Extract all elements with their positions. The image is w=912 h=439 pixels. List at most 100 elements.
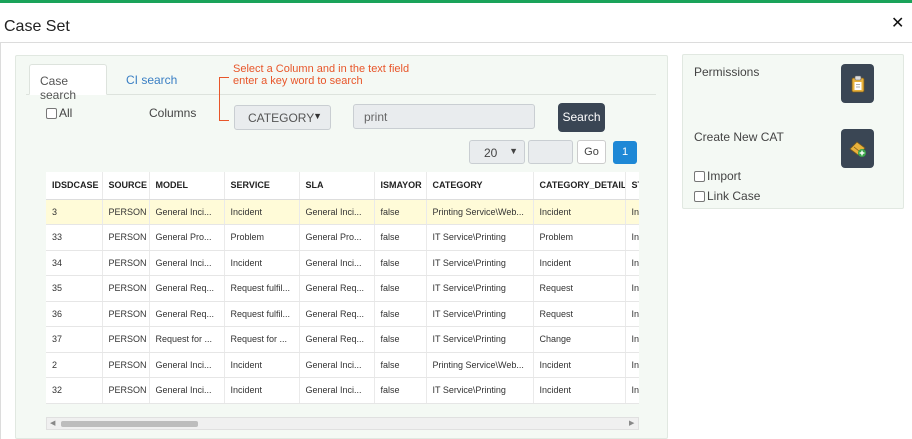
table-cell: false xyxy=(374,224,427,251)
column-header[interactable]: IDSDCASE xyxy=(46,172,103,200)
page-button-current[interactable]: 1 xyxy=(613,141,637,164)
table-cell: PERSON xyxy=(102,250,150,276)
column-header[interactable]: SLA xyxy=(299,172,375,200)
select-all-label: All xyxy=(59,106,73,120)
annotation-bracket xyxy=(219,77,229,121)
keyword-input[interactable]: print xyxy=(353,104,535,129)
create-cat-button[interactable] xyxy=(841,129,874,168)
select-all-checkbox[interactable]: All xyxy=(46,106,72,120)
scroll-right-icon[interactable]: ▶ xyxy=(629,418,634,430)
table-row[interactable]: 37 PERSON Request for ... Request for ... Ge… xyxy=(46,326,639,353)
link-case-checkbox[interactable]: Link Case xyxy=(694,189,760,203)
table-cell: PERSON xyxy=(102,352,150,378)
top-accent-bar xyxy=(0,0,912,3)
scroll-left-icon[interactable]: ◀ xyxy=(50,418,55,430)
table-cell: General Inci... xyxy=(149,352,225,378)
scrollbar-thumb[interactable] xyxy=(61,421,198,427)
table-body: 3 PERSON General Inci... Incident General In… xyxy=(46,199,639,404)
table-cell: IT Service\Printing xyxy=(426,224,534,251)
checkbox-box[interactable] xyxy=(46,107,57,119)
column-header[interactable]: ST xyxy=(625,172,639,200)
link-case-label: Link Case xyxy=(707,189,761,203)
page-number-input[interactable] xyxy=(528,140,573,164)
table-cell: Incident xyxy=(224,199,300,225)
table-cell: In xyxy=(625,352,639,378)
columns-label: Columns xyxy=(149,106,197,120)
ticket-add-icon xyxy=(848,140,866,157)
create-cat-label: Create New CAT xyxy=(694,130,784,144)
table-cell: 32 xyxy=(46,377,103,404)
column-select[interactable]: CATEGORY ▼ xyxy=(234,105,331,130)
table-cell: In xyxy=(625,224,639,251)
close-icon[interactable]: ✕ xyxy=(891,13,904,33)
table-cell: 36 xyxy=(46,301,103,327)
help-annotation: Select a Column and in the text field en… xyxy=(233,63,409,87)
table-cell: General Req... xyxy=(299,326,375,353)
table-cell: General Inci... xyxy=(149,250,225,276)
results-table: IDSDCASE SOURCE MODEL SERVICE SLA ISMAYOR CATE… xyxy=(46,172,639,404)
column-header[interactable]: CATEGORY_DETAIL xyxy=(533,172,626,200)
table-cell: PERSON xyxy=(102,275,150,302)
table-cell: General Req... xyxy=(149,301,225,327)
table-row[interactable]: 33 PERSON General Pro... Problem General Pro… xyxy=(46,224,639,251)
tab-ci-search[interactable]: CI search xyxy=(116,64,187,95)
table-cell: General Req... xyxy=(299,301,375,327)
chevron-down-icon: ▼ xyxy=(509,146,518,156)
frame-border xyxy=(0,42,1,439)
checkbox-box[interactable] xyxy=(694,190,705,202)
page-size-select[interactable]: 20 ▼ xyxy=(469,140,525,164)
table-cell: General Req... xyxy=(149,275,225,302)
table-cell: General Pro... xyxy=(149,224,225,251)
table-header-row: IDSDCASE SOURCE MODEL SERVICE SLA ISMAYOR CATE… xyxy=(46,172,639,200)
import-checkbox[interactable]: Import xyxy=(694,169,741,183)
table-cell: Printing Service\Web... xyxy=(426,199,534,225)
table-row[interactable]: 36 PERSON General Req... Request fulfil... G… xyxy=(46,301,639,327)
table-cell: Request xyxy=(533,301,626,327)
table-cell: In xyxy=(625,275,639,302)
table-row[interactable]: 35 PERSON General Req... Request fulfil... G… xyxy=(46,275,639,302)
go-button[interactable]: Go xyxy=(577,140,606,164)
clipboard-icon xyxy=(851,75,864,92)
column-header[interactable]: SERVICE xyxy=(224,172,300,200)
table-cell: Request for ... xyxy=(224,326,300,353)
search-button[interactable]: Search xyxy=(558,103,605,132)
table-cell: false xyxy=(374,250,427,276)
table-cell: false xyxy=(374,326,427,353)
checkbox-box[interactable] xyxy=(694,170,705,182)
table-cell: 35 xyxy=(46,275,103,302)
results-table-container: IDSDCASE SOURCE MODEL SERVICE SLA ISMAYOR CATE… xyxy=(46,172,639,404)
table-cell: PERSON xyxy=(102,326,150,353)
table-cell: In xyxy=(625,301,639,327)
header-divider xyxy=(0,42,912,43)
table-row[interactable]: 3 PERSON General Inci... Incident General In… xyxy=(46,199,639,225)
table-cell: PERSON xyxy=(102,224,150,251)
column-header[interactable]: CATEGORY xyxy=(426,172,534,200)
table-cell: General Inci... xyxy=(149,199,225,225)
table-cell: Incident xyxy=(224,377,300,404)
table-cell: 3 xyxy=(46,199,103,225)
table-cell: In xyxy=(625,250,639,276)
table-cell: Incident xyxy=(533,377,626,404)
table-row[interactable]: 32 PERSON General Inci... Incident General I… xyxy=(46,377,639,404)
table-cell: Request fulfil... xyxy=(224,275,300,302)
import-label: Import xyxy=(707,169,742,183)
table-cell: false xyxy=(374,377,427,404)
table-cell: PERSON xyxy=(102,199,150,225)
table-cell: Incident xyxy=(533,199,626,225)
column-header[interactable]: MODEL xyxy=(149,172,225,200)
table-cell: IT Service\Printing xyxy=(426,326,534,353)
table-cell: 2 xyxy=(46,352,103,378)
table-cell: In xyxy=(625,326,639,353)
column-header[interactable]: SOURCE xyxy=(102,172,150,200)
table-row[interactable]: 2 PERSON General Inci... Incident General In… xyxy=(46,352,639,378)
permissions-button[interactable] xyxy=(841,64,874,103)
table-cell: Problem xyxy=(533,224,626,251)
column-header[interactable]: ISMAYOR xyxy=(374,172,427,200)
table-cell: false xyxy=(374,275,427,302)
table-row[interactable]: 34 PERSON General Inci... Incident General I… xyxy=(46,250,639,276)
tab-case-search[interactable]: Case search xyxy=(29,64,107,102)
horizontal-scrollbar[interactable]: ◀ ▶ xyxy=(46,417,639,430)
table-cell: Printing Service\Web... xyxy=(426,352,534,378)
table-cell: IT Service\Printing xyxy=(426,301,534,327)
table-cell: Incident xyxy=(533,250,626,276)
